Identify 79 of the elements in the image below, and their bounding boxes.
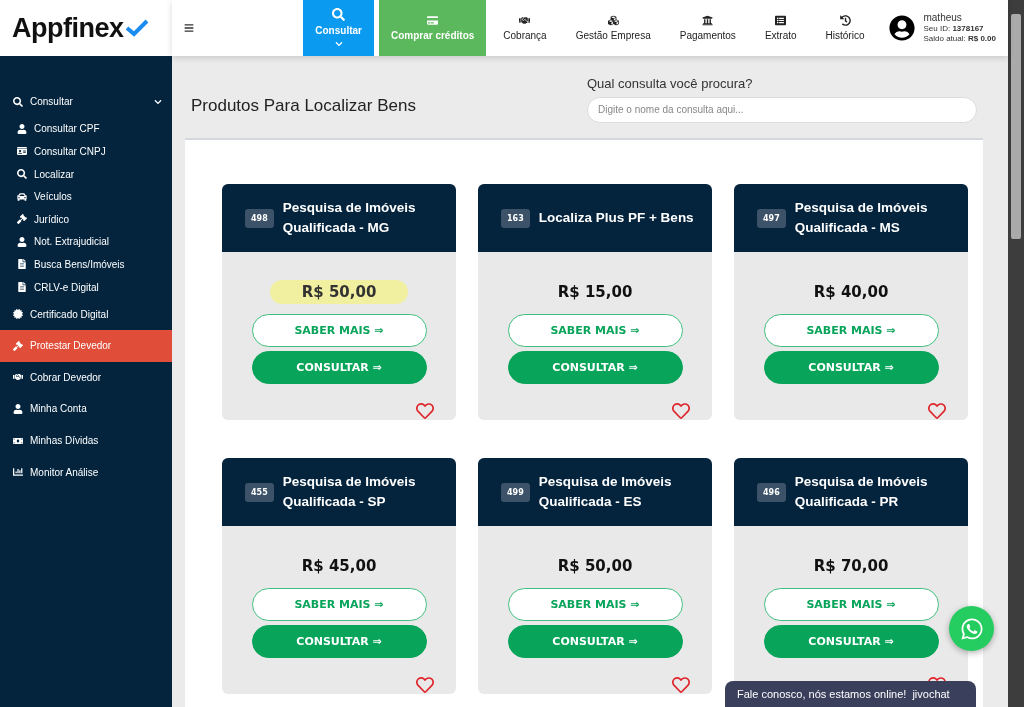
search-label: Qual consulta você procura? (587, 75, 754, 91)
sidebar-subitem[interactable]: CRLV-e Digital (0, 275, 172, 299)
product-name: Pesquisa de Imóveis Qualificada - SP (282, 473, 417, 511)
product-name: Pesquisa de Imóveis Qualificada - PR (794, 473, 929, 511)
heart-icon[interactable] (672, 676, 690, 694)
product-price: R$ 50,00 (556, 556, 634, 577)
page-title: Produtos Para Localizar Bens (191, 96, 416, 116)
product-code: 455 (245, 482, 274, 502)
scrollbar[interactable] (1008, 0, 1024, 707)
search-field[interactable]: Digite o nome da consulta aqui... (587, 96, 977, 123)
product-code: 163 (501, 208, 530, 228)
card-icon (427, 15, 439, 26)
document-icon (17, 259, 27, 270)
product-price: R$ 50,00 (269, 280, 409, 304)
user-icon (17, 236, 27, 247)
user-icon (13, 403, 23, 414)
product-name: Localiza Plus PF + Bens (538, 209, 694, 228)
product-price: R$ 45,00 (300, 556, 378, 577)
heart-icon[interactable] (416, 676, 434, 694)
avatar-icon (889, 15, 916, 41)
product-code: 497 (757, 208, 786, 228)
sidebar-item[interactable]: Certificado Digital (0, 298, 172, 330)
search-icon (332, 8, 346, 21)
sidebar-subitem[interactable]: Consultar CPF (0, 117, 172, 141)
cubes-icon (607, 15, 619, 26)
nav-tab[interactable]: Cobrança (491, 0, 559, 56)
logo: Appfinex (12, 12, 149, 44)
user-icon (17, 123, 27, 134)
sidebar-item[interactable]: Monitor Análise (0, 456, 172, 488)
product-name: Pesquisa de Imóveis Qualificada - ES (538, 473, 673, 511)
product-price: R$ 40,00 (812, 282, 890, 303)
handshake-icon (519, 15, 531, 26)
list-icon (775, 15, 787, 26)
sidebar-item[interactable]: Protestar Devedor (0, 329, 172, 362)
sidebar-subitem[interactable]: Busca Bens/Imóveis (0, 253, 172, 276)
menu-icon (184, 23, 194, 33)
product-price: R$ 70,00 (812, 556, 890, 577)
nav-tab[interactable]: Pagamentos (667, 0, 748, 56)
chevron-down-icon (334, 40, 343, 48)
sidebar-item[interactable]: Minha Conta (0, 393, 172, 425)
sidebar-subitem[interactable]: Veículos (0, 185, 172, 208)
document-icon (17, 282, 27, 293)
nav-tab[interactable]: Extrato (752, 0, 809, 56)
user-id: Seu ID: 1378167 (923, 24, 985, 34)
whatsapp-icon (959, 616, 984, 641)
sidebar-item[interactable]: Cobrar Devedor (0, 361, 172, 394)
product-name: Pesquisa de Imóveis Qualificada - MS (794, 199, 929, 237)
history-icon (839, 15, 851, 26)
money-icon (13, 435, 23, 446)
chat-toast[interactable]: Fale conosco, nós estamos online! jivochat (725, 681, 976, 707)
sidebar-subitem[interactable]: Jurídico (0, 207, 172, 231)
badge-icon (13, 309, 23, 320)
sidebar-subitem[interactable]: Consultar CNPJ (0, 140, 172, 163)
heart-icon[interactable] (928, 402, 946, 420)
bar-chart-icon (13, 467, 23, 478)
nav-tab[interactable]: Histórico (813, 0, 877, 56)
id-card-icon (17, 146, 27, 157)
product-code: 498 (245, 208, 274, 228)
check-icon (124, 18, 149, 37)
product-code: 496 (757, 482, 786, 502)
nav-tab[interactable]: Gestão Empresa (563, 0, 663, 56)
gavel-icon (17, 214, 27, 225)
sidebar-subitem[interactable]: Localizar (0, 162, 172, 186)
sidebar-item[interactable]: Minhas Dívidas (0, 424, 172, 457)
search-icon (13, 96, 23, 107)
product-price: R$ 15,00 (556, 282, 634, 303)
user-name: matheus (923, 12, 963, 25)
heart-icon[interactable] (416, 402, 434, 420)
search-icon (17, 169, 27, 180)
heart-icon[interactable] (672, 402, 690, 420)
product-name: Pesquisa de Imóveis Qualificada - MG (282, 199, 417, 237)
sidebar-item[interactable]: Consultar (0, 86, 172, 118)
sidebar-subitem[interactable]: Not. Extrajudicial (0, 230, 172, 254)
bank-icon (702, 15, 714, 26)
gavel-icon (13, 340, 23, 351)
user-balance: Saldo atual: R$ 0.00 (923, 34, 996, 44)
product-code: 499 (501, 482, 530, 502)
car-icon (17, 191, 27, 202)
handshake-icon (13, 372, 23, 383)
